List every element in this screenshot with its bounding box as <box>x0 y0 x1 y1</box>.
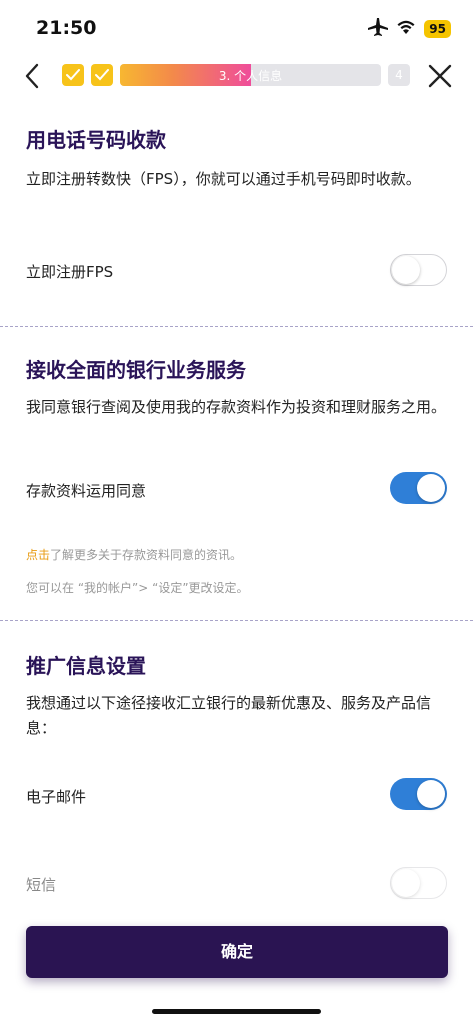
fps-toggle[interactable] <box>390 254 447 286</box>
learn-more-link[interactable]: 点击 <box>26 548 50 562</box>
check-icon <box>66 69 80 81</box>
sms-toggle[interactable] <box>390 867 447 899</box>
confirm-button[interactable]: 确定 <box>26 926 448 978</box>
status-time: 21:50 <box>36 17 97 39</box>
step-1-complete <box>62 64 84 86</box>
progress-label: 3. 个人信息 <box>218 69 283 83</box>
back-button[interactable] <box>20 62 46 90</box>
step-2-complete <box>91 64 113 86</box>
learn-more-text: 了解更多关于存款资料同意的资讯。 <box>50 548 243 562</box>
fps-title: 用电话号码收款 <box>26 128 166 152</box>
learn-more-note: 点击了解更多关于存款资料同意的资讯。 <box>26 546 242 563</box>
promo-description: 我想通过以下途径接收汇立银行的最新优惠及、服务及产品信息： <box>26 694 432 737</box>
close-button[interactable] <box>427 62 453 90</box>
status-bar: 21:50 95 <box>0 0 473 58</box>
toggle-knob <box>417 780 445 808</box>
fps-section: 用电话号码收款 立即注册转数快（FPS），你就可以通过手机号码即时收款。 <box>26 124 448 192</box>
check-icon <box>95 69 109 81</box>
email-toggle[interactable] <box>390 778 447 810</box>
section-divider <box>0 326 473 327</box>
chevron-left-icon <box>25 63 39 89</box>
settings-note: 您可以在 “我的帐户”> “设定”更改设定。 <box>26 581 249 595</box>
airplane-icon <box>368 18 389 40</box>
banking-section: 接收全面的银行业务服务 我同意银行查阅及使用我的存款资料作为投资和理财服务之用。 <box>26 354 448 420</box>
home-indicator <box>152 1009 321 1014</box>
toggle-knob <box>392 869 420 897</box>
banking-description: 我同意银行查阅及使用我的存款资料作为投资和理财服务之用。 <box>26 398 447 416</box>
toggle-knob <box>392 256 420 284</box>
toggle-knob <box>417 474 445 502</box>
deposit-consent-label: 存款资料运用同意 <box>26 482 147 500</box>
promo-section: 推广信息设置 我想通过以下途径接收汇立银行的最新优惠及、服务及产品信息： <box>26 650 448 741</box>
battery-badge: 95 <box>424 20 451 38</box>
email-label: 电子邮件 <box>26 788 87 806</box>
sms-label: 短信 <box>26 876 57 894</box>
banking-title: 接收全面的银行业务服务 <box>26 358 246 382</box>
wifi-icon <box>396 19 416 39</box>
step-4: 4 <box>388 64 410 86</box>
step-3-progress: 3. 个人信息 <box>120 64 381 86</box>
section-divider <box>0 620 473 621</box>
deposit-consent-toggle[interactable] <box>390 472 447 504</box>
promo-title: 推广信息设置 <box>26 654 146 678</box>
progress-header: 3. 个人信息 4 <box>0 60 473 92</box>
status-icons: 95 <box>368 18 451 40</box>
fps-description: 立即注册转数快（FPS），你就可以通过手机号码即时收款。 <box>26 170 421 188</box>
fps-toggle-label: 立即注册FPS <box>26 263 114 281</box>
close-icon <box>428 64 452 88</box>
